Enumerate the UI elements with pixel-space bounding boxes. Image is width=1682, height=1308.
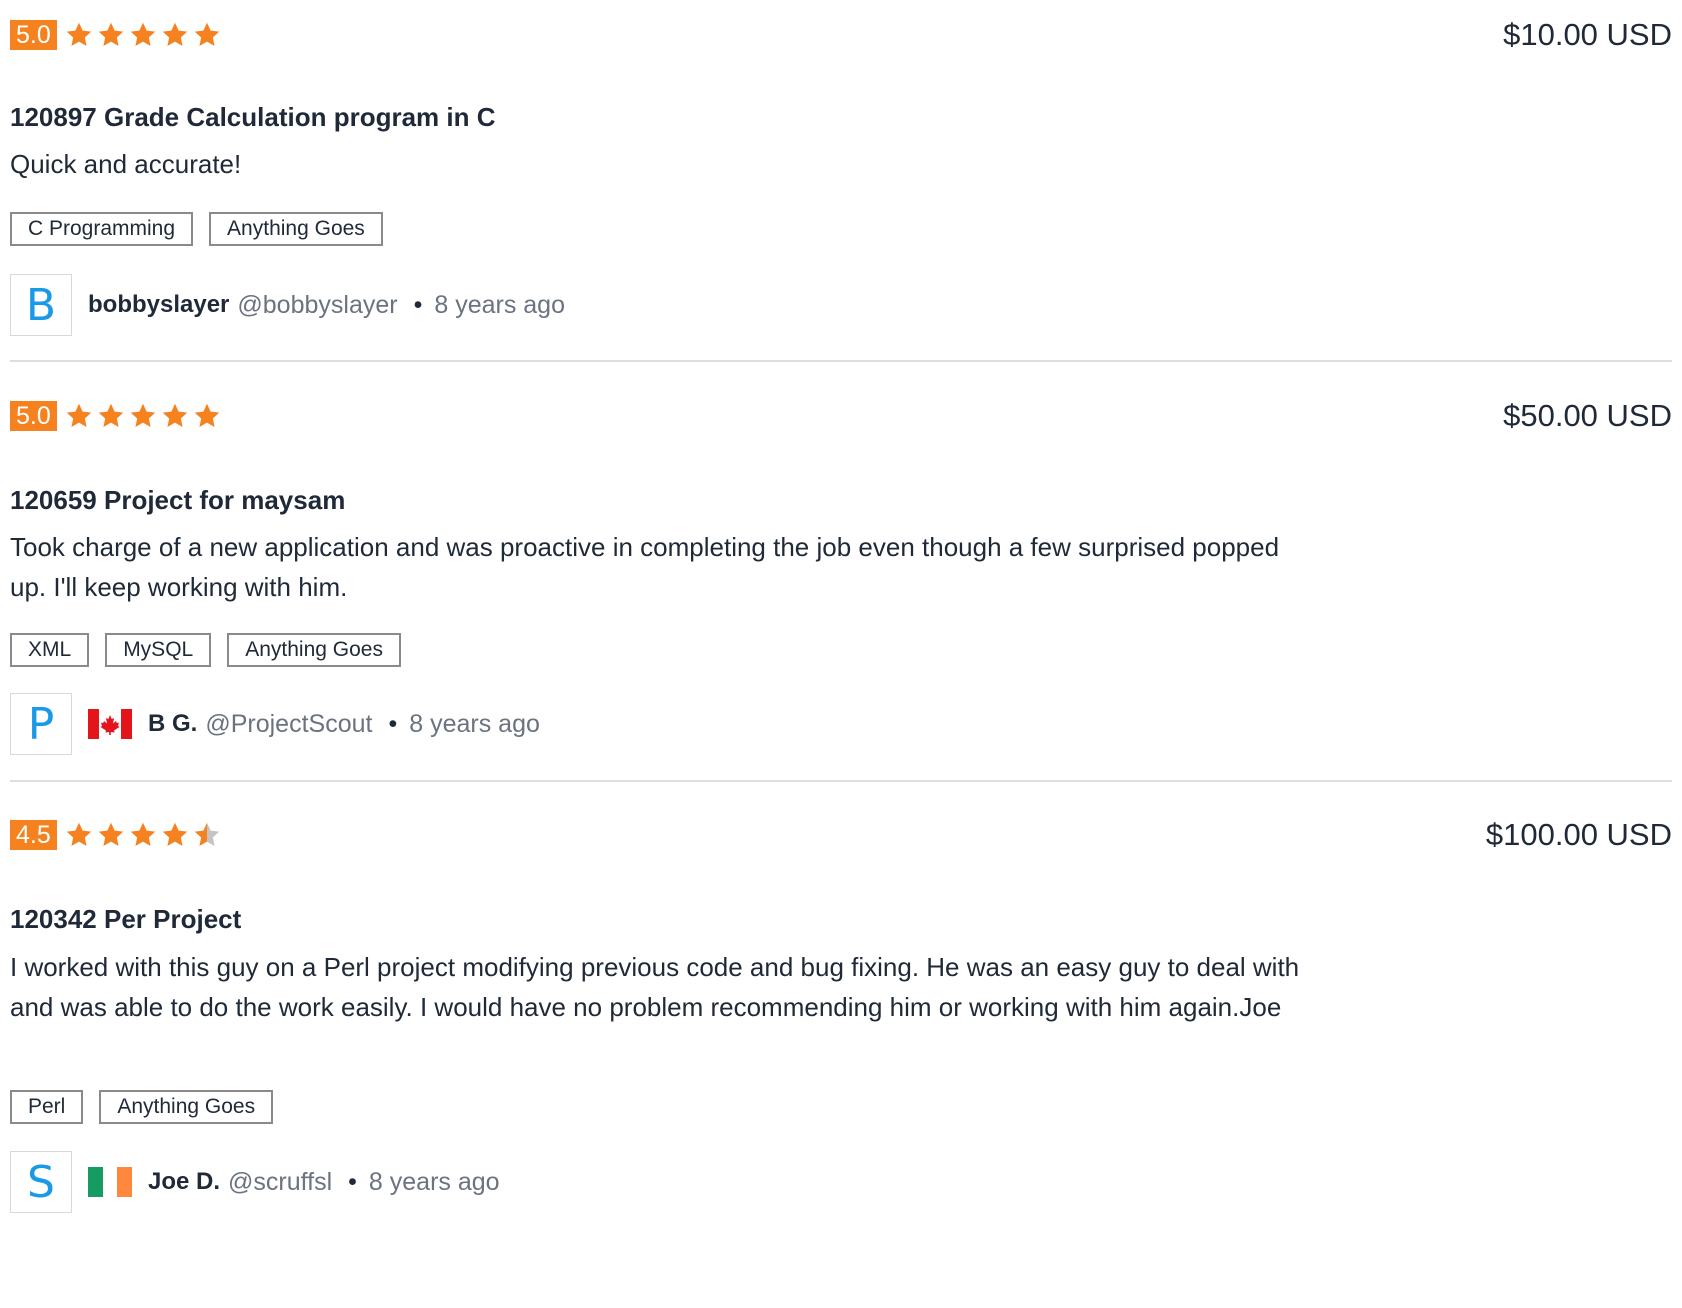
separator-dot: •: [413, 290, 423, 319]
separator-dot: •: [388, 709, 398, 738]
star-full-icon: [162, 22, 188, 46]
rating-row: 5.0: [10, 18, 225, 52]
reviewer-handle[interactable]: @ProjectScout: [205, 710, 372, 739]
reviewer-name[interactable]: Joe D.: [148, 1168, 220, 1196]
avatar[interactable]: P: [10, 693, 72, 755]
star-full-icon: [98, 822, 124, 846]
reviewer-handle[interactable]: @bobbyslayer: [237, 291, 397, 320]
review-divider: [10, 780, 1672, 782]
skill-tag[interactable]: Anything Goes: [209, 212, 383, 246]
star-half-icon: [194, 822, 220, 846]
avatar[interactable]: S: [10, 1151, 72, 1213]
rating-row: 5.0: [10, 399, 225, 433]
skill-tags: C Programming Anything Goes: [10, 212, 399, 246]
review-time: 8 years ago: [368, 1167, 500, 1196]
star-rating: [65, 21, 225, 49]
star-rating: [65, 821, 225, 849]
project-amount: $100.00 USD: [1485, 817, 1672, 852]
skill-tags: Perl Anything Goes: [10, 1090, 289, 1124]
skill-tag[interactable]: Anything Goes: [99, 1090, 274, 1124]
star-full-icon: [130, 22, 156, 46]
project-amount: $10.00 USD: [1503, 17, 1672, 52]
star-full-icon: [66, 403, 92, 427]
rating-badge: 4.5: [10, 820, 57, 850]
project-title[interactable]: 120659 Project for maysam: [10, 485, 345, 516]
reviewer-row: B bobbyslayer @bobbyslayer • 8 years ago: [10, 273, 565, 337]
ireland-flag-icon: [88, 1167, 132, 1197]
rating-badge: 5.0: [10, 20, 57, 50]
skill-tags: XML MySQL Anything Goes: [10, 633, 417, 667]
star-full-icon: [98, 22, 124, 46]
avatar[interactable]: B: [10, 274, 72, 336]
star-rating: [65, 402, 225, 430]
star-full-icon: [194, 22, 220, 46]
rating-badge: 5.0: [10, 401, 57, 431]
skill-tag[interactable]: C Programming: [10, 212, 194, 246]
project-title[interactable]: 120897 Grade Calculation program in C: [10, 102, 496, 133]
review-time: 8 years ago: [434, 290, 565, 319]
reviewer-handle[interactable]: @scruffsl: [228, 1168, 332, 1197]
star-full-icon: [130, 403, 156, 427]
star-full-icon: [162, 403, 188, 427]
review-comment: Took charge of a new application and was…: [10, 532, 1280, 602]
project-amount: $50.00 USD: [1503, 398, 1672, 433]
reviewer-name[interactable]: bobbyslayer: [88, 291, 229, 319]
canada-flag-icon: [88, 709, 132, 739]
star-full-icon: [66, 822, 92, 846]
review-card: 4.5 $100.00 USD 120342 Per Project I wor…: [10, 818, 1672, 1238]
reviewer-row: P B G. @ProjectScout • 8 years ago: [10, 692, 540, 756]
review-comment: I worked with this guy on a Perl project…: [10, 952, 1300, 1022]
review-card: 5.0 $10.00 USD 120897 Grade Calculation …: [10, 18, 1672, 338]
star-full-icon: [162, 822, 188, 846]
reviews-list: 5.0 $10.00 USD 120897 Grade Calculation …: [0, 0, 1682, 1308]
rating-row: 4.5: [10, 818, 225, 852]
review-card: 5.0 $50.00 USD 120659 Project for maysam…: [10, 399, 1672, 759]
project-title[interactable]: 120342 Per Project: [10, 904, 241, 935]
star-full-icon: [130, 822, 156, 846]
skill-tag[interactable]: Anything Goes: [227, 633, 401, 667]
review-time: 8 years ago: [409, 709, 540, 738]
star-full-icon: [98, 403, 124, 427]
separator-dot: •: [348, 1167, 357, 1196]
skill-tag[interactable]: XML: [10, 633, 90, 667]
review-divider: [10, 360, 1672, 362]
skill-tag[interactable]: MySQL: [105, 633, 212, 667]
review-comment: Quick and accurate!: [10, 149, 242, 179]
star-full-icon: [66, 22, 92, 46]
skill-tag[interactable]: Perl: [10, 1090, 84, 1124]
star-full-icon: [194, 403, 220, 427]
reviewer-row: S Joe D. @scruffsl • 8 years ago: [10, 1150, 500, 1214]
reviewer-name[interactable]: B G.: [148, 710, 197, 738]
